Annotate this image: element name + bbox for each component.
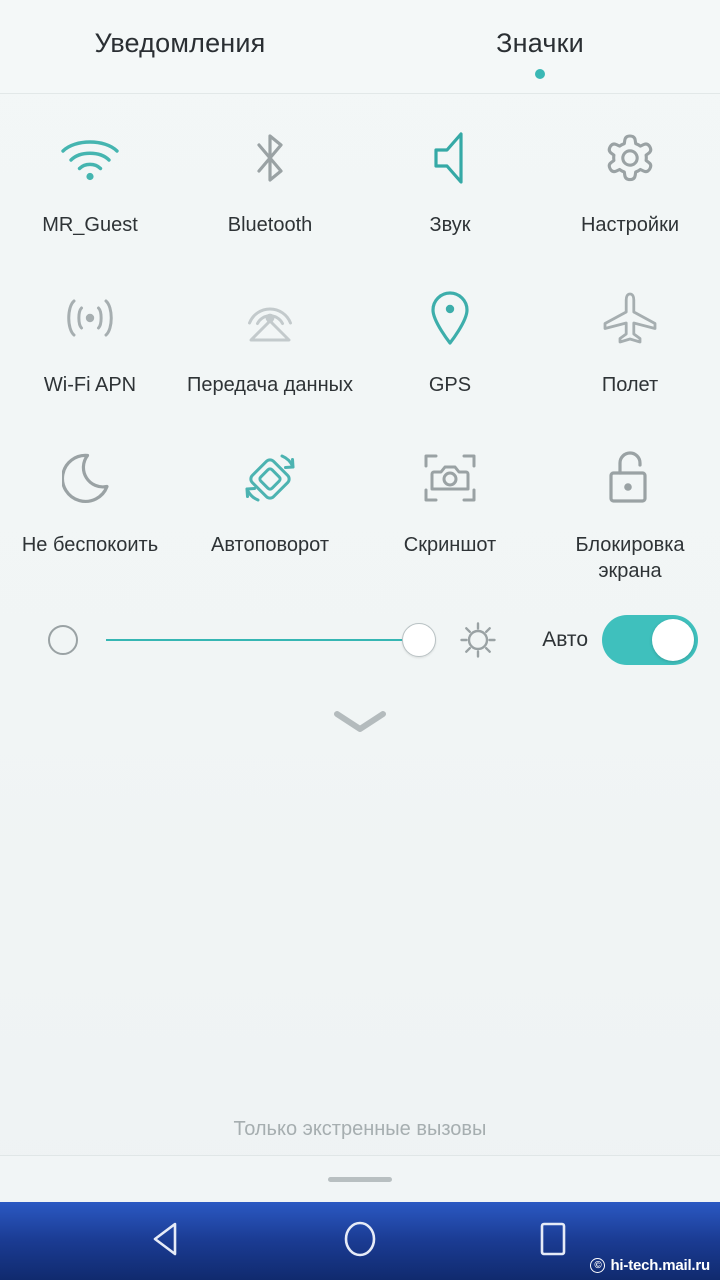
tile-auto-rotate[interactable]: Автоповорот	[180, 432, 360, 592]
tile-sound[interactable]: Звук	[360, 112, 540, 272]
watermark: © hi-tech.mail.ru	[590, 1257, 710, 1274]
notification-list-empty	[0, 758, 720, 1118]
tile-wifi-apn[interactable]: Wi-Fi APN	[0, 272, 180, 432]
tile-wifi[interactable]: MR_Guest	[0, 112, 180, 272]
brightness-low-icon	[48, 625, 78, 655]
tab-shortcuts[interactable]: Значки	[360, 0, 720, 93]
tab-shortcuts-indicator-dot	[535, 69, 545, 79]
mobile-data-icon	[238, 286, 302, 350]
brightness-slider[interactable]	[106, 620, 437, 660]
tab-notifications[interactable]: Уведомления	[0, 0, 360, 93]
auto-brightness-toggle-knob	[652, 619, 694, 661]
tile-screenshot[interactable]: Скриншот	[360, 432, 540, 592]
tile-sound-label: Звук	[429, 214, 471, 236]
tile-mobile-data[interactable]: Передача данных	[180, 272, 360, 432]
screenshot-icon	[418, 446, 482, 510]
chevron-down-icon	[331, 706, 389, 741]
navigation-bar: © hi-tech.mail.ru	[0, 1202, 720, 1280]
tile-screenshot-label: Скриншот	[403, 534, 497, 556]
tile-wifi-label: MR_Guest	[42, 214, 138, 236]
tile-auto-rotate-label: Автоповорот	[210, 534, 330, 556]
tile-settings-label: Настройки	[580, 214, 680, 236]
tile-screen-lock[interactable]: Блокировка экрана	[540, 432, 720, 592]
gear-icon	[598, 126, 662, 190]
tile-wifi-apn-label: Wi-Fi APN	[43, 374, 137, 396]
location-pin-icon	[418, 286, 482, 350]
tile-do-not-disturb-label: Не беспокоить	[21, 534, 159, 556]
tile-airplane-mode[interactable]: Полет	[540, 272, 720, 432]
carrier-status-text: Только экстренные вызовы	[233, 1118, 487, 1140]
wifi-icon	[58, 126, 122, 190]
watermark-text: hi-tech.mail.ru	[610, 1257, 710, 1274]
tile-gps[interactable]: GPS	[360, 272, 540, 432]
brightness-row: Авто	[0, 592, 720, 688]
tab-notifications-label: Уведомления	[94, 28, 266, 58]
tile-mobile-data-label: Передача данных	[186, 374, 353, 396]
tile-gps-label: GPS	[428, 374, 472, 396]
nav-home-button[interactable]	[325, 1202, 395, 1280]
auto-rotate-icon	[238, 446, 302, 510]
tile-settings[interactable]: Настройки	[540, 112, 720, 272]
home-circle-icon	[341, 1218, 379, 1265]
tab-bar: Уведомления Значки	[0, 0, 720, 94]
unlocked-padlock-icon	[598, 446, 662, 510]
auto-brightness-label: Авто	[542, 628, 588, 651]
brightness-slider-fill	[106, 639, 420, 641]
moon-icon	[58, 446, 122, 510]
panel-drag-handle[interactable]	[328, 1176, 392, 1182]
recents-square-icon	[536, 1219, 570, 1264]
expand-panel-button[interactable]	[0, 688, 720, 758]
sound-icon	[418, 126, 482, 190]
nav-recents-button[interactable]	[518, 1202, 588, 1280]
tile-bluetooth[interactable]: Bluetooth	[180, 112, 360, 272]
bluetooth-icon	[238, 126, 302, 190]
hotspot-icon	[58, 286, 122, 350]
brightness-high-sun-icon	[456, 618, 500, 662]
quick-settings-panel: Уведомления Значки MR_Guest Bluetooth Зв…	[0, 0, 720, 1280]
airplane-icon	[598, 286, 662, 350]
copyright-icon: ©	[590, 1258, 606, 1273]
tab-shortcuts-label: Значки	[496, 28, 584, 58]
brightness-slider-thumb[interactable]	[402, 623, 437, 657]
panel-drag-area[interactable]	[0, 1156, 720, 1202]
tile-bluetooth-label: Bluetooth	[227, 214, 313, 236]
quick-tiles-grid: MR_Guest Bluetooth Звук Настройки Wi-Fi …	[0, 94, 720, 592]
tile-airplane-mode-label: Полет	[601, 374, 659, 396]
tile-do-not-disturb[interactable]: Не беспокоить	[0, 432, 180, 592]
tile-screen-lock-label: Блокировка экрана	[575, 534, 685, 582]
auto-brightness-toggle[interactable]	[602, 615, 698, 665]
back-triangle-icon	[150, 1220, 184, 1263]
nav-back-button[interactable]	[132, 1202, 202, 1280]
